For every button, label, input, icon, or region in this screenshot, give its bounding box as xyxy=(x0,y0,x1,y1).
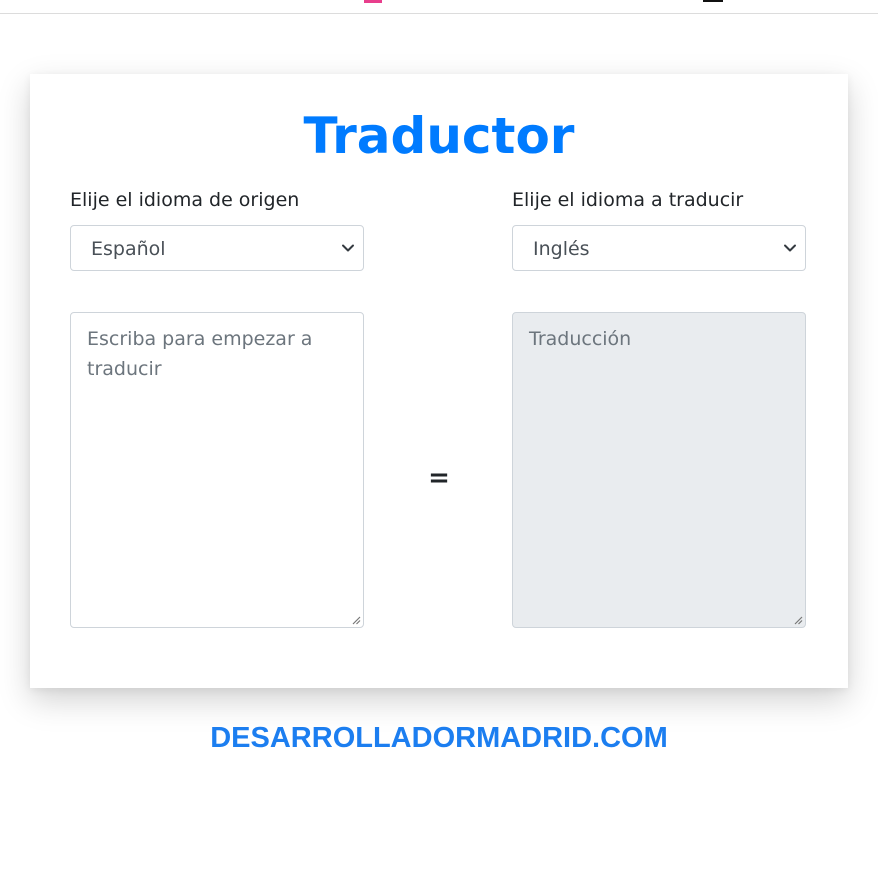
translation-placeholder: Traducción xyxy=(529,328,632,350)
source-text-placeholder: Escriba para empezar a traducir xyxy=(87,328,313,380)
source-language-value: Español xyxy=(91,238,166,260)
translation-output[interactable]: Traducción xyxy=(512,312,806,628)
top-bar-accent-mark xyxy=(364,0,382,3)
chevron-down-icon xyxy=(784,244,796,252)
resize-grip-icon[interactable] xyxy=(793,615,803,625)
page-title: Traductor xyxy=(303,107,575,165)
top-bar xyxy=(0,0,878,14)
source-language-select[interactable]: Español xyxy=(70,225,364,271)
target-language-label: Elije el idioma a traducir xyxy=(512,189,744,211)
footer-site-link[interactable]: DESARROLLADORMADRID.COM xyxy=(0,720,878,756)
source-language-label: Elije el idioma de origen xyxy=(70,189,300,211)
resize-grip-icon[interactable] xyxy=(351,615,361,625)
top-bar-menu-mark xyxy=(703,0,723,2)
target-language-value: Inglés xyxy=(533,238,590,260)
chevron-down-icon xyxy=(342,244,354,252)
target-language-select[interactable]: Inglés xyxy=(512,225,806,271)
